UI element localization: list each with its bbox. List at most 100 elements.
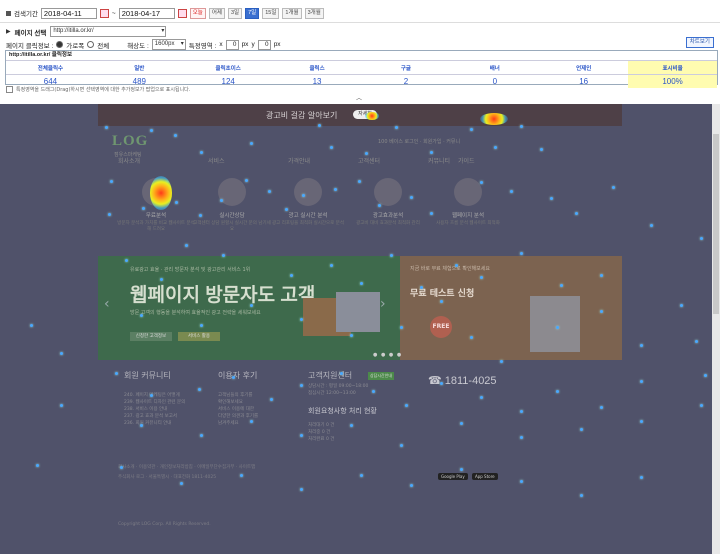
chevron-right-icon: ›: [380, 296, 386, 312]
click-marker: [360, 282, 363, 285]
scrollbar[interactable]: [712, 104, 720, 554]
click-marker: [405, 404, 408, 407]
community-list: 240. 페이지 마케팅은 어떻게 239. 웹사이트 디자인 관련 문의 238.…: [124, 393, 186, 426]
heat-blob: [480, 113, 508, 125]
site-footer: 회사소개 · 이용약관 · 개인정보처리방침 · 이메일무단수집거부 · 사이트…: [98, 456, 622, 554]
drag-checkbox[interactable]: [6, 86, 13, 93]
site-nav-item: 가격안내: [288, 158, 311, 165]
click-marker: [580, 428, 583, 431]
scope-all-radio[interactable]: [87, 41, 95, 48]
coord-y-input[interactable]: 0: [257, 39, 271, 50]
slider-button: 서비스 활용: [178, 332, 220, 341]
bar-chart-icon: [454, 178, 482, 206]
click-marker: [520, 125, 523, 128]
monitor-icon: [294, 178, 322, 206]
scrollbar-thumb[interactable]: [713, 134, 719, 314]
date-from-input[interactable]: 2018-04-11: [40, 7, 97, 19]
click-marker: [199, 214, 202, 217]
stats-col-header: 표시비율: [628, 61, 717, 75]
range-3month-button[interactable]: 3개월: [304, 7, 324, 19]
page-select-label: 페이지 선택: [14, 29, 47, 37]
calendar-picker-icon[interactable]: [99, 8, 109, 18]
range-15day-button[interactable]: 15일: [262, 7, 280, 19]
date-to-input[interactable]: 2018-04-17: [118, 7, 175, 19]
click-marker: [220, 199, 223, 202]
click-marker: [198, 388, 201, 391]
chevron-down-icon: ▾: [161, 28, 165, 34]
footer-links: 회사소개 · 이용약관 · 개인정보처리방침 · 이메일무단수집거부 · 사이트…: [118, 465, 256, 470]
click-marker: [175, 201, 178, 204]
click-marker: [600, 310, 603, 313]
click-marker: [200, 434, 203, 437]
scope-width-label: 가로폭: [66, 42, 85, 50]
stats-col-header: 클릭스: [272, 61, 362, 75]
site-top-links: 100 베이스 로그인 · 회원가입 · 커뮤니: [378, 139, 461, 145]
click-marker: [640, 420, 643, 423]
coord-y-label: y: [251, 41, 255, 48]
slider-subtitle: 유료광고 효율 · 관리 방문자 분석 및 광고관리 서비스 1위: [130, 267, 251, 273]
click-marker: [494, 146, 497, 149]
click-marker: [470, 128, 473, 131]
drag-note-text: 특정영역을 드래그(Drag)하시면 선택영역에 대한 추가정보가 팝업으로 표…: [16, 87, 191, 93]
scope-all-label: 전체: [97, 42, 110, 50]
site-main-slider: ‹ 유료광고 효율 · 관리 방문자 분석 및 광고관리 서비스 1위 웹페이지…: [98, 256, 400, 360]
click-marker: [268, 190, 271, 193]
click-marker: [540, 148, 543, 151]
stats-col-header: 구글: [361, 61, 451, 75]
scope-width-radio[interactable]: [56, 41, 64, 48]
range-7day-button[interactable]: 7일: [245, 7, 260, 19]
click-marker: [232, 376, 235, 379]
click-marker: [185, 244, 188, 247]
coord-x-input[interactable]: 0: [225, 39, 239, 50]
calendar-picker-icon[interactable]: [177, 8, 187, 18]
click-marker: [340, 372, 343, 375]
website-preview: 광고비 걸감 알아보기 자세히 LOG 점유스마케팅 100 베이스 로그인 ·…: [98, 104, 622, 554]
community-title: 회원 커뮤니티: [124, 371, 171, 380]
app-store-badge: App Store: [471, 473, 498, 480]
resolution-select[interactable]: 1600px ▾: [151, 39, 186, 50]
site-nav-item: 회사소개: [118, 158, 141, 165]
clipboard-image: [530, 296, 580, 352]
site-nav: 회사소개 서비스 가격안내 고객센터 커뮤니티 가이드: [98, 156, 622, 166]
collapse-toggle-icon[interactable]: ︿: [353, 95, 365, 103]
range-3day-button[interactable]: 3일: [227, 7, 243, 19]
click-marker: [180, 482, 183, 485]
click-marker: [460, 422, 463, 425]
click-marker: [640, 344, 643, 347]
click-marker: [390, 254, 393, 257]
chart-view-button[interactable]: 차트보기: [685, 37, 714, 48]
magnifier-icon: [374, 178, 402, 206]
click-marker: [240, 474, 243, 477]
click-marker: [358, 180, 361, 183]
heatmap-view[interactable]: 광고비 걸감 알아보기 자세히 LOG 점유스마케팅 100 베이스 로그인 ·…: [0, 104, 712, 554]
click-marker: [480, 181, 483, 184]
click-marker: [410, 484, 413, 487]
range-yesterday-button[interactable]: 어제: [208, 7, 225, 19]
click-marker: [520, 436, 523, 439]
click-marker: [378, 204, 381, 207]
click-marker: [270, 398, 273, 401]
click-marker: [372, 390, 375, 393]
page-url-select[interactable]: http://itilla.or.kr/▾: [50, 26, 167, 37]
process-title: 회원요청사항 처리 현황: [308, 407, 377, 415]
click-marker: [510, 190, 513, 193]
heat-blob: [365, 112, 379, 120]
click-marker: [350, 424, 353, 427]
stats-value: 13: [312, 77, 322, 86]
area-label: 특정영역 :: [188, 42, 217, 50]
click-marker: [245, 179, 248, 182]
click-marker: [250, 304, 253, 307]
click-marker: [480, 276, 483, 279]
click-marker: [140, 314, 143, 317]
range-1month-button[interactable]: 1개월: [282, 7, 302, 19]
slider-dots: ● ● ● ●: [373, 352, 403, 358]
feature-item: 웹페이지 분석 사용자 흐름 분석 웹사이트 최적화: [428, 178, 508, 227]
click-marker: [300, 488, 303, 491]
review-title: 이용자 후기: [218, 371, 258, 380]
click-marker: [150, 394, 153, 397]
click-marker: [302, 194, 305, 197]
range-today-button[interactable]: 오늘: [189, 7, 206, 19]
drag-note: 특정영역을 드래그(Drag)하시면 선택영역에 대한 추가정보가 팝업으로 표…: [6, 86, 190, 93]
click-marker: [365, 152, 368, 155]
click-marker: [700, 404, 703, 407]
